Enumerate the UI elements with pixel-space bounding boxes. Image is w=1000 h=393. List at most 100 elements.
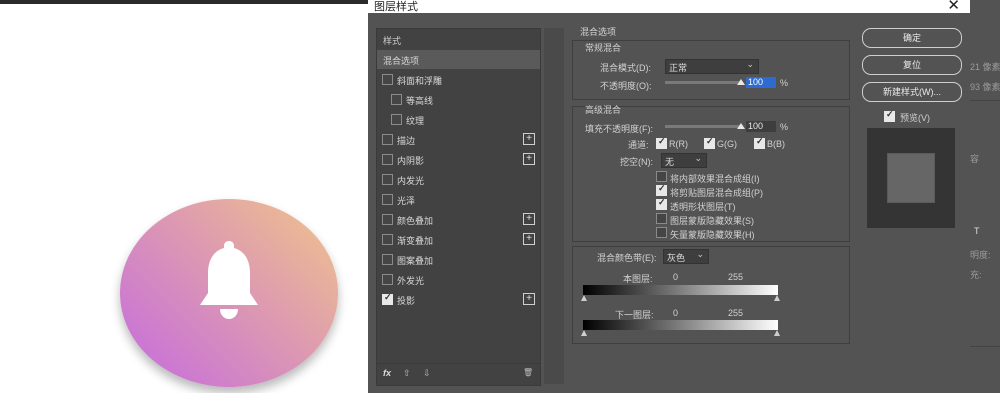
style-item-label: 纹理 [406, 116, 425, 126]
move-down-icon[interactable]: ⇩ [423, 368, 431, 379]
option-checkbox[interactable] [656, 227, 667, 238]
move-up-icon[interactable]: ⇧ [403, 368, 411, 379]
list-scrollbar[interactable] [544, 28, 564, 384]
close-icon[interactable]: ✕ [947, 0, 960, 14]
checkbox[interactable] [382, 292, 393, 305]
channel-g-label: G(G) [717, 139, 737, 149]
option-checkbox[interactable] [656, 213, 667, 224]
this-layer-min: 0 [673, 272, 679, 282]
this-layer-gradient [583, 285, 778, 295]
style-item-pattern-overlay[interactable]: 图案叠加 [377, 250, 540, 269]
blend-if-value: 灰色 [667, 253, 686, 263]
option-checkbox[interactable] [656, 171, 667, 182]
knockout-value: 无 [665, 157, 675, 167]
opacity-slider-thumb[interactable] [737, 79, 745, 85]
this-layer-label: 本图层: [623, 274, 653, 284]
channel-g-checkbox[interactable] [704, 136, 715, 149]
channel-r-label: R(R) [669, 139, 688, 149]
add-effect-button[interactable]: + [523, 233, 535, 245]
style-item-texture[interactable]: 纹理 [377, 110, 540, 129]
preview-swatch [887, 153, 935, 203]
style-item-stroke[interactable]: 描边 + [377, 130, 540, 149]
option-checkbox[interactable] [656, 183, 667, 196]
style-item-label: 外发光 [397, 276, 425, 286]
option-label: 将内部效果混合成组(I) [670, 174, 760, 184]
under-layer-black-stop[interactable] [581, 330, 587, 336]
layer-style-dialog: 图层样式 ✕ 样式 混合选项 斜面和浮雕 等高线 纹理 描边 + 内阴影 + 内… [368, 0, 970, 393]
fill-opacity-slider[interactable] [665, 125, 741, 128]
advanced-blending-title: 高级混合 [585, 105, 622, 115]
add-effect-button[interactable]: + [523, 213, 535, 225]
reset-button[interactable]: 复位 [862, 55, 962, 75]
add-effect-button[interactable]: + [523, 133, 535, 145]
ok-button[interactable]: 确定 [862, 28, 962, 48]
app-side-panel: 21 像素 93 像素 容 T 明度: 充: [970, 0, 1000, 393]
checkbox[interactable] [382, 174, 393, 185]
dialog-titlebar: 图层样式 ✕ [368, 0, 970, 14]
fill-opacity-slider-thumb[interactable] [737, 123, 745, 129]
checkbox[interactable] [382, 74, 393, 85]
opacity-input[interactable]: 100 [746, 77, 776, 88]
trash-icon[interactable]: 🗑 [523, 368, 533, 377]
checkbox[interactable] [382, 134, 393, 145]
checkbox[interactable] [382, 234, 393, 245]
knockout-select[interactable]: 无 ⌄ [661, 153, 707, 168]
style-preview [867, 128, 955, 228]
type-tool-icon[interactable]: T [974, 226, 980, 236]
opacity-slider[interactable] [665, 81, 741, 84]
checkbox[interactable] [382, 154, 393, 165]
style-item-inner-shadow[interactable]: 内阴影 + [377, 150, 540, 169]
option-label: 透明形状图层(T) [670, 202, 736, 212]
preview-checkbox[interactable] [884, 109, 895, 122]
chevron-down-icon: ⌄ [696, 249, 704, 259]
style-item-outer-glow[interactable]: 外发光 [377, 270, 540, 289]
style-item-drop-shadow[interactable]: 投影 + [377, 290, 540, 309]
checkbox[interactable] [382, 254, 393, 265]
styles-footer: fx ⇧ ⇩ 🗑 [377, 363, 540, 386]
style-item-contour[interactable]: 等高线 [377, 90, 540, 109]
general-blending-title: 常规混合 [585, 43, 622, 53]
width-readout: 21 像素 [970, 62, 1000, 72]
channel-b-label: B(B) [767, 139, 785, 149]
blend-options-panel: 混合选项 常规混合 混合模式(D): 正常 ⌄ 不透明度(O): 100 % 高… [564, 27, 852, 384]
add-effect-button[interactable]: + [523, 293, 535, 305]
opacity-label: 明度: [970, 250, 991, 260]
checkbox[interactable] [382, 274, 393, 285]
under-layer-white-stop[interactable] [774, 330, 780, 336]
general-blending-group: 常规混合 混合模式(D): 正常 ⌄ 不透明度(O): 100 % [572, 40, 850, 100]
this-layer-white-stop[interactable] [774, 295, 780, 301]
channel-r-checkbox[interactable] [656, 136, 667, 149]
add-effect-button[interactable]: + [523, 153, 535, 165]
blend-mode-value: 正常 [669, 63, 688, 73]
blend-mode-select[interactable]: 正常 ⌄ [665, 59, 759, 74]
chevron-down-icon: ⌄ [694, 153, 702, 163]
chevron-down-icon: ⌄ [746, 59, 754, 69]
bell-icon [200, 241, 258, 319]
styles-list: 样式 混合选项 斜面和浮雕 等高线 纹理 描边 + 内阴影 + 内发光 光泽 颜… [376, 28, 541, 386]
checkbox[interactable] [382, 194, 393, 205]
blend-if-label: 混合颜色带(E): [597, 253, 657, 263]
style-item-satin[interactable]: 光泽 [377, 190, 540, 209]
style-item-label: 颜色叠加 [397, 216, 434, 226]
style-item-inner-glow[interactable]: 内发光 [377, 170, 540, 189]
this-layer-black-stop[interactable] [581, 295, 587, 301]
new-style-button[interactable]: 新建样式(W)... [862, 82, 962, 102]
style-item-gradient-overlay[interactable]: 渐变叠加 + [377, 230, 540, 249]
style-item-bevel-emboss[interactable]: 斜面和浮雕 [377, 70, 540, 89]
checkbox[interactable] [391, 94, 402, 105]
channel-b-checkbox[interactable] [754, 136, 765, 149]
style-item-blend-options[interactable]: 混合选项 [377, 50, 540, 69]
checkbox[interactable] [382, 214, 393, 225]
checkbox[interactable] [391, 114, 402, 125]
under-layer-gradient [583, 320, 778, 330]
this-layer-max: 255 [728, 272, 744, 282]
blend-if-select[interactable]: 灰色 ⌄ [663, 249, 709, 264]
style-item-label: 斜面和浮雕 [397, 76, 443, 86]
fill-opacity-label: 填充不透明度(F): [585, 124, 653, 134]
fill-opacity-input[interactable]: 100 [746, 121, 776, 132]
style-item-label: 等高线 [406, 96, 434, 106]
fx-icon[interactable]: fx [383, 368, 391, 378]
style-item-label: 光泽 [397, 196, 416, 206]
style-item-color-overlay[interactable]: 颜色叠加 + [377, 210, 540, 229]
option-checkbox[interactable] [656, 197, 667, 210]
